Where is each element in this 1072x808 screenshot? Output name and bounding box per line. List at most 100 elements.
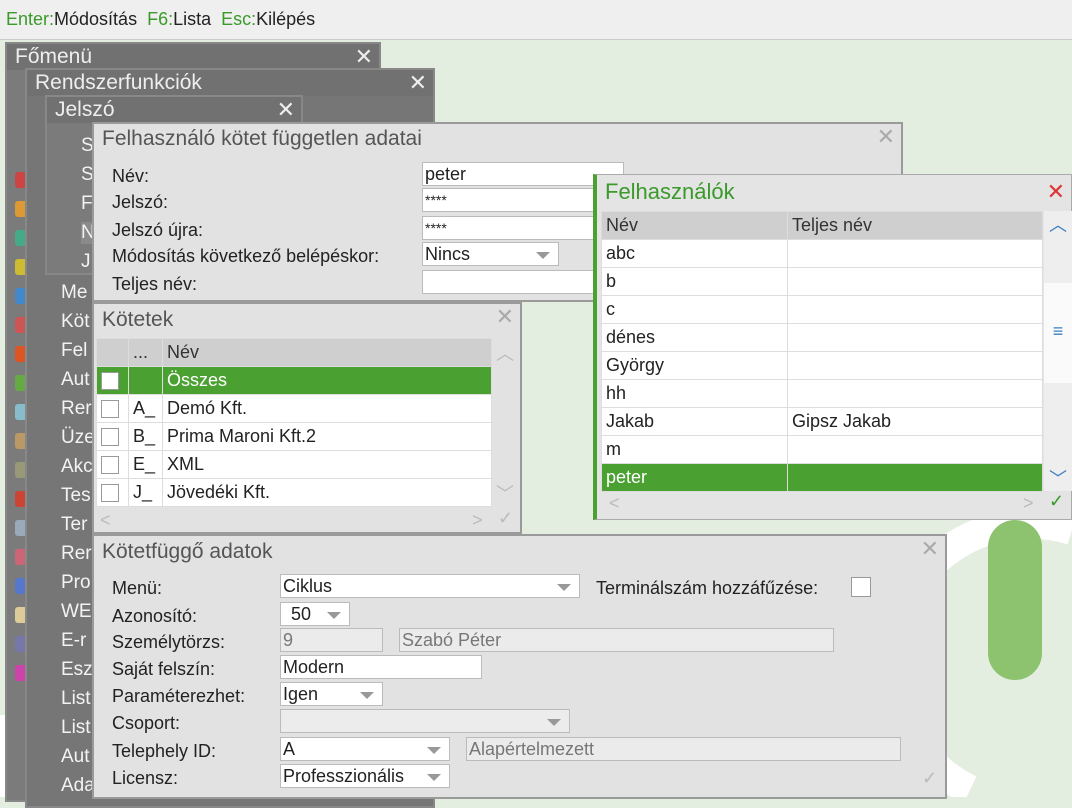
- csoport-dropdown[interactable]: [280, 709, 570, 733]
- table-row[interactable]: b: [601, 267, 1043, 296]
- telephely-nev: Alapértelmezett: [466, 737, 901, 761]
- table-row[interactable]: m: [601, 435, 1043, 464]
- scroll-up-icon[interactable]: ︿: [496, 340, 514, 366]
- submenu-item[interactable]: J: [81, 251, 91, 273]
- felszin-label: Saját felszín:: [112, 659, 216, 679]
- jelszo-ujra-input[interactable]: ****: [422, 216, 602, 240]
- row-nev: György: [601, 351, 788, 380]
- row-checkbox[interactable]: [101, 456, 119, 475]
- table-row[interactable]: Jakab Gipsz Jakab: [601, 407, 1043, 436]
- parameterezhet-label: Paraméterezhet:: [112, 686, 246, 706]
- row-checkbox[interactable]: [101, 400, 119, 419]
- menu-item[interactable]: Aut: [61, 746, 90, 768]
- table-row[interactable]: c: [601, 295, 1043, 324]
- row-name: Jövedéki Kft.: [162, 478, 492, 507]
- azonosito-dropdown[interactable]: 50: [280, 602, 350, 626]
- menu-item[interactable]: Köt: [61, 311, 90, 333]
- szemelytorzs-nev: Szabó Péter: [399, 628, 834, 652]
- menu-item[interactable]: List: [61, 717, 91, 739]
- menu-item[interactable]: Aut: [61, 369, 90, 391]
- parameterezhet-dropdown[interactable]: Igen: [280, 682, 383, 706]
- row-code: J_: [128, 478, 163, 507]
- menu-item[interactable]: E-r: [61, 630, 86, 652]
- table-row[interactable]: J_ Jövedéki Kft.: [96, 478, 492, 507]
- menu-item[interactable]: Rer: [61, 543, 92, 565]
- menu-item[interactable]: Ada: [61, 775, 95, 797]
- menu-item[interactable]: Me: [61, 282, 87, 304]
- terminalszam-checkbox[interactable]: [851, 577, 871, 597]
- nev-label: Név:: [112, 166, 150, 186]
- shortcut-enter[interactable]: Enter:Módosítás: [6, 9, 137, 30]
- close-icon[interactable]: ✕: [877, 124, 895, 150]
- shortcut-esc[interactable]: Esc:Kilépés: [221, 9, 315, 30]
- menu-item[interactable]: Esz: [61, 659, 93, 681]
- scroll-right-icon[interactable]: >: [1023, 493, 1034, 514]
- close-icon[interactable]: ✕: [277, 97, 295, 123]
- column-header[interactable]: Név: [601, 211, 788, 240]
- row-nev: b: [601, 267, 788, 296]
- modositas-dropdown[interactable]: Nincs: [422, 242, 559, 266]
- menu-item[interactable]: Rer: [61, 398, 92, 420]
- row-code: A_: [128, 394, 163, 423]
- felszin-input[interactable]: Modern: [280, 655, 482, 679]
- close-icon[interactable]: ✕: [1047, 175, 1065, 209]
- scroll-up-icon[interactable]: ︿: [1044, 211, 1072, 237]
- scroll-left-icon[interactable]: <: [100, 510, 111, 531]
- column-header[interactable]: Név: [162, 338, 492, 367]
- kotetek-table: ... Név ✓ Összes A_ Demó Kft. B_ Prima Maroni …: [96, 338, 492, 507]
- jelszo-input[interactable]: ****: [422, 188, 602, 212]
- table-row[interactable]: abc: [601, 239, 1043, 268]
- table-row[interactable]: ✓ Összes: [96, 366, 492, 395]
- table-row[interactable]: dénes: [601, 323, 1043, 352]
- scroll-thumb-icon[interactable]: ≡: [1044, 321, 1072, 342]
- menu-item[interactable]: Tes: [61, 485, 91, 507]
- menu-item[interactable]: Pro: [61, 572, 91, 594]
- table-row[interactable]: A_ Demó Kft.: [96, 394, 492, 423]
- row-checkbox[interactable]: [101, 484, 119, 503]
- licensz-dropdown[interactable]: Professzionális: [280, 764, 450, 788]
- teljes-nev-input[interactable]: [422, 270, 602, 294]
- column-header[interactable]: ...: [128, 338, 163, 367]
- window-title: Felhasználó kötet független adatai: [102, 127, 422, 150]
- confirm-check-icon[interactable]: ✓: [498, 508, 513, 529]
- vertical-scrollbar[interactable]: ︿ ≡ ﹀: [1044, 211, 1072, 491]
- close-icon[interactable]: ✕: [355, 44, 373, 70]
- table-row[interactable]: peter: [601, 463, 1043, 492]
- menu-item[interactable]: Ter: [61, 514, 87, 536]
- confirm-check-icon[interactable]: ✓: [922, 768, 937, 789]
- menu-dropdown[interactable]: Ciklus: [280, 574, 580, 598]
- scroll-right-icon[interactable]: >: [472, 510, 483, 531]
- row-name: Prima Maroni Kft.2: [162, 422, 492, 451]
- kotetek-window: Kötetek ✕ ... Név ✓ Összes A_ Demó Kft. B_ Prim…: [92, 302, 522, 534]
- table-row[interactable]: B_ Prima Maroni Kft.2: [96, 422, 492, 451]
- telephely-label: Telephely ID:: [112, 741, 217, 761]
- menu-label: Menü:: [112, 578, 163, 598]
- row-name: Összes: [162, 366, 492, 395]
- menu-item[interactable]: List: [61, 688, 91, 710]
- telephely-dropdown[interactable]: A: [280, 737, 450, 761]
- row-teljes-nev: [787, 239, 1043, 268]
- submenu-item[interactable]: F: [81, 193, 93, 215]
- licensz-label: Licensz:: [112, 768, 179, 788]
- scroll-down-icon[interactable]: ﹀: [496, 480, 514, 506]
- scroll-left-icon[interactable]: <: [609, 493, 620, 514]
- terminalszam-label: Terminálszám hozzáfűzése:: [596, 578, 819, 598]
- table-row[interactable]: E_ XML: [96, 450, 492, 479]
- column-header[interactable]: Teljes név: [787, 211, 1043, 240]
- table-row[interactable]: hh: [601, 379, 1043, 408]
- scroll-down-icon[interactable]: ﹀: [1044, 465, 1072, 491]
- menu-item[interactable]: Üze: [61, 427, 95, 449]
- close-icon[interactable]: ✕: [921, 536, 939, 562]
- szemelytorzs-id: 9: [280, 628, 383, 652]
- close-icon[interactable]: ✕: [409, 70, 427, 96]
- confirm-check-icon[interactable]: ✓: [1049, 491, 1064, 512]
- close-icon[interactable]: ✕: [496, 304, 514, 330]
- menu-item[interactable]: WE: [61, 601, 92, 623]
- menu-item[interactable]: Fel: [61, 340, 87, 362]
- shortcut-f6[interactable]: F6:Lista: [147, 9, 211, 30]
- row-checkbox[interactable]: ✓: [101, 372, 119, 391]
- kotetfuggo-window: Kötetfüggő adatok ✕ Menü: Ciklus Terminál…: [92, 534, 947, 799]
- row-checkbox[interactable]: [101, 428, 119, 447]
- menu-item[interactable]: Akc: [61, 456, 93, 478]
- table-row[interactable]: György: [601, 351, 1043, 380]
